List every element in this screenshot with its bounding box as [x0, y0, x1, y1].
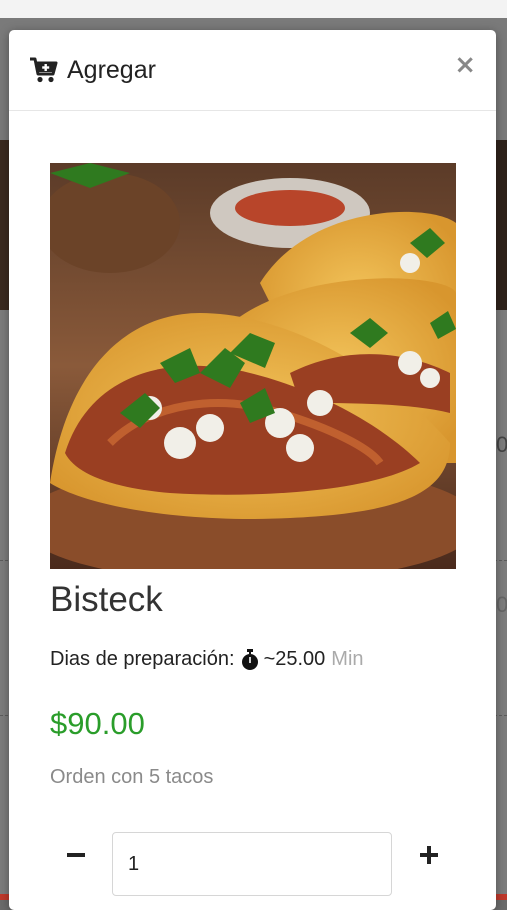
background-text-fragment: 0: [496, 592, 507, 617]
prep-time-label: Dias de preparación:: [50, 648, 235, 670]
quantity-input[interactable]: [112, 832, 392, 896]
product-name: Bisteck: [50, 580, 163, 619]
close-button[interactable]: ×: [454, 52, 476, 78]
decrease-quantity-button[interactable]: [59, 838, 91, 870]
modal-header: Agregar ×: [9, 30, 496, 111]
background-text-fragment: 0: [496, 432, 507, 457]
increase-quantity-button[interactable]: [413, 838, 445, 870]
background-top-bar: [0, 0, 507, 18]
modal-title: Agregar: [67, 55, 156, 84]
product-description: Orden con 5 tacos: [50, 766, 214, 788]
product-image: [50, 163, 456, 569]
prep-time-unit: Min: [331, 648, 364, 670]
add-product-modal: Agregar × Bisteck Dias de preparación: ~…: [9, 30, 496, 910]
stopwatch-icon: [241, 648, 258, 670]
prep-time-row: Dias de preparación: ~25.00 Min: [50, 648, 364, 671]
cart-plus-icon: [30, 57, 58, 83]
prep-time-value: ~25.00: [263, 648, 326, 670]
product-price: $90.00: [50, 706, 145, 741]
